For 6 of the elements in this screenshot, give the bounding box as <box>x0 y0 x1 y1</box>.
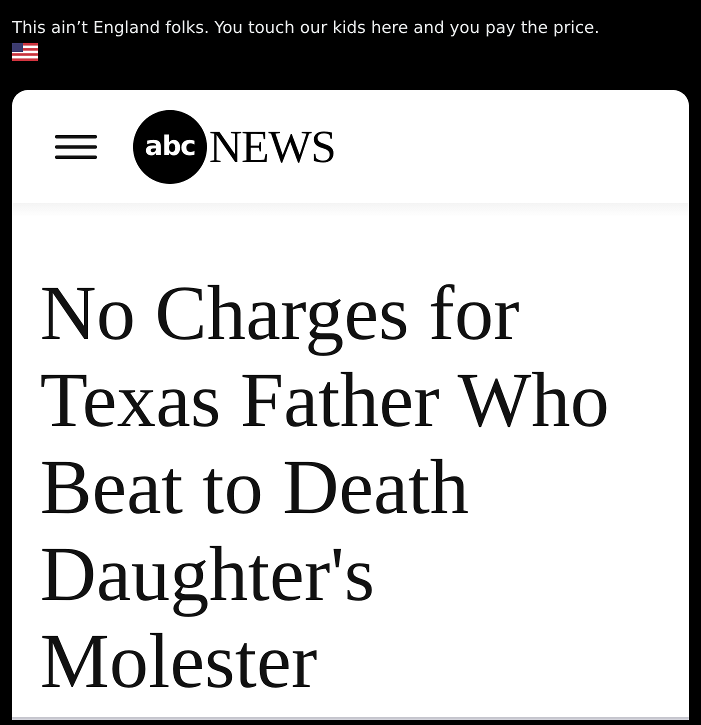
logo-mark: abc <box>133 110 207 184</box>
logo-wordmark: NEWS <box>209 120 336 173</box>
flag-icon <box>12 43 38 61</box>
post-text: This ain’t England folks. You touch our kids here and you pay the price. <box>12 17 600 39</box>
menu-icon[interactable] <box>55 134 97 158</box>
headline: No Charges for Texas Father Who Beat to Death Daughter's Molester <box>40 269 610 704</box>
